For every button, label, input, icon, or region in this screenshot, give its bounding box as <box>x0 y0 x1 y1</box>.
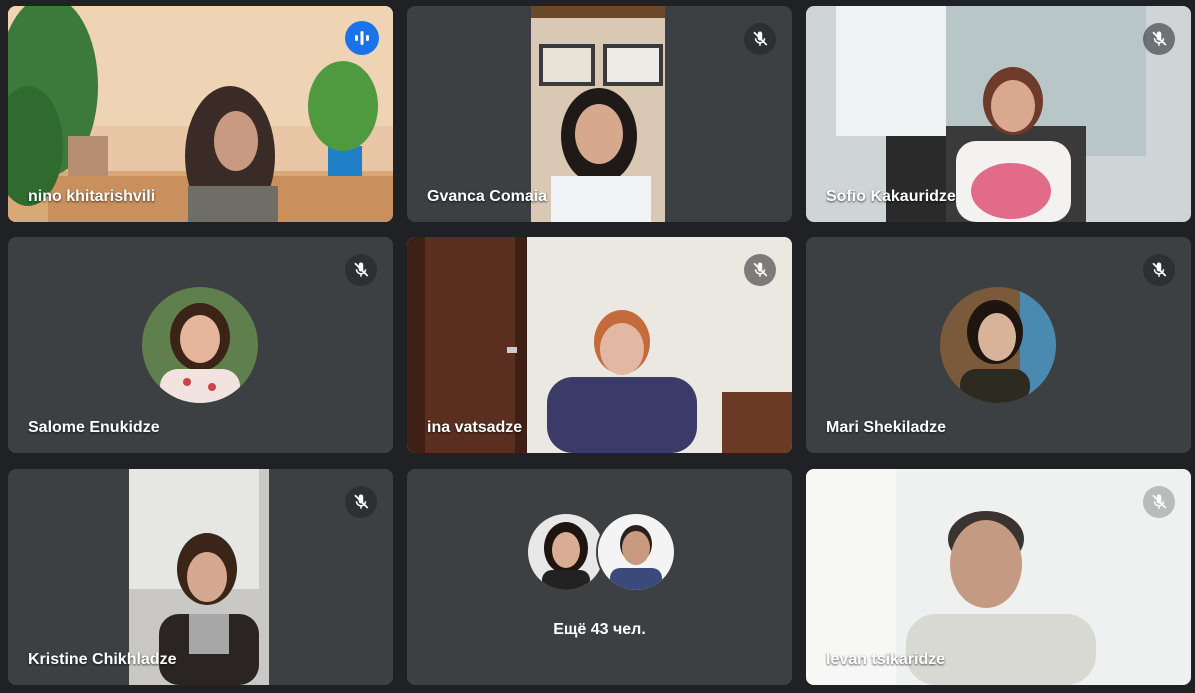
participant-avatar <box>526 512 606 592</box>
participant-video <box>531 6 665 222</box>
participant-name: Sofio Kakauridze <box>826 188 956 205</box>
participant-avatar <box>142 287 258 403</box>
participant-tile-nino-khitarishvili[interactable]: nino khitarishvili <box>8 6 393 222</box>
participant-avatar <box>596 512 676 592</box>
participant-name: Kristine Chikhladze <box>28 651 177 668</box>
participant-tile-ina-vatsadze[interactable]: ina vatsadze <box>407 237 792 453</box>
mic-off-icon <box>354 262 369 277</box>
mute-indicator <box>744 23 776 55</box>
participant-name: nino khitarishvili <box>28 188 156 205</box>
more-participants-tile[interactable]: Ещё 43 чел. <box>407 469 792 685</box>
participant-name: levan tsikaridze <box>826 651 946 668</box>
mute-indicator <box>1143 254 1175 286</box>
participant-name: Salome Enukidze <box>28 419 160 436</box>
participant-tile-sofio-kakauridze[interactable]: Sofio Kakauridze <box>806 6 1191 222</box>
audio-level-icon <box>355 31 369 45</box>
mute-indicator <box>1143 486 1175 518</box>
mic-off-icon <box>753 31 768 46</box>
participant-tile-gvanca-comaia[interactable]: Gvanca Comaia <box>407 6 792 222</box>
participant-avatar <box>940 287 1056 403</box>
mute-indicator <box>744 254 776 286</box>
mute-indicator <box>345 486 377 518</box>
participant-name: ina vatsadze <box>427 419 523 436</box>
mic-off-icon <box>1152 494 1167 509</box>
participant-name: Gvanca Comaia <box>427 188 548 205</box>
more-participants-label: Ещё 43 чел. <box>553 621 646 638</box>
participant-tile-salome-enukidze[interactable]: Salome Enukidze <box>8 237 393 453</box>
mute-indicator <box>345 254 377 286</box>
participant-name: Mari Shekiladze <box>826 419 947 436</box>
participant-tile-kristine-chikhladze[interactable]: Kristine Chikhladze <box>8 469 393 685</box>
mic-off-icon <box>1152 31 1167 46</box>
participant-tile-levan-tsikaridze[interactable]: levan tsikaridze <box>806 469 1191 685</box>
participant-tile-mari-shekiladze[interactable]: Mari Shekiladze <box>806 237 1191 453</box>
mic-off-icon <box>354 494 369 509</box>
mute-indicator <box>1143 23 1175 55</box>
mic-off-icon <box>1152 262 1167 277</box>
speaking-indicator <box>345 21 379 55</box>
mic-off-icon <box>753 262 768 277</box>
